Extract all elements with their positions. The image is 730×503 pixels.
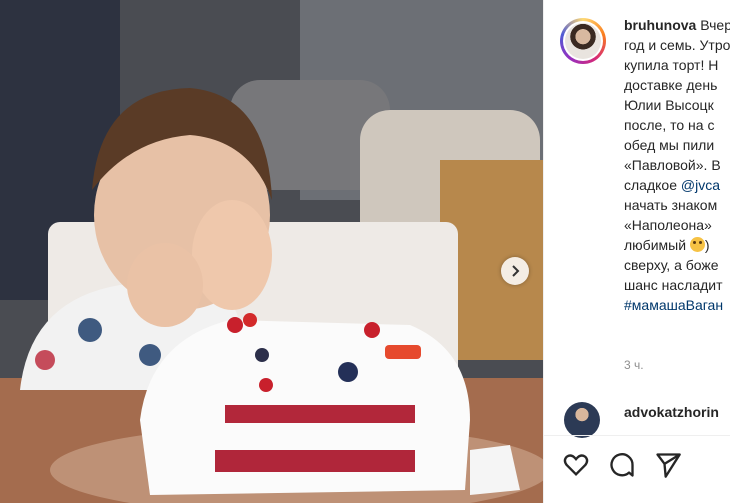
paper-plane-icon	[656, 453, 681, 478]
comment-button[interactable]	[608, 451, 638, 481]
commenter-avatar[interactable]	[564, 402, 600, 438]
heart-icon	[563, 454, 589, 476]
post-caption: bruhunova Вчера год и семь. Утром купила…	[624, 15, 730, 315]
next-photo-button[interactable]	[501, 257, 529, 285]
like-button[interactable]	[562, 451, 592, 481]
chevron-right-icon	[512, 265, 520, 277]
photo-scene	[0, 0, 543, 503]
post-photo[interactable]	[0, 0, 543, 503]
caption-hashtag-link[interactable]: #мамашаВаган	[624, 295, 730, 315]
caption-mention-link[interactable]: @jvca	[681, 177, 720, 193]
divider	[544, 435, 730, 436]
author-avatar[interactable]	[560, 18, 606, 64]
post-actions	[562, 451, 684, 481]
commenter-username[interactable]: advokatzhorin	[624, 404, 719, 420]
speech-bubble-icon	[610, 453, 634, 477]
post-timestamp[interactable]: 3 ч.	[624, 358, 644, 372]
author-username[interactable]: bruhunova	[624, 17, 696, 33]
post-side-panel: bruhunova Вчера год и семь. Утром купила…	[543, 0, 730, 503]
share-button[interactable]	[654, 451, 684, 481]
avatar-photo	[565, 23, 601, 59]
worried-face-emoji-icon	[689, 237, 705, 252]
